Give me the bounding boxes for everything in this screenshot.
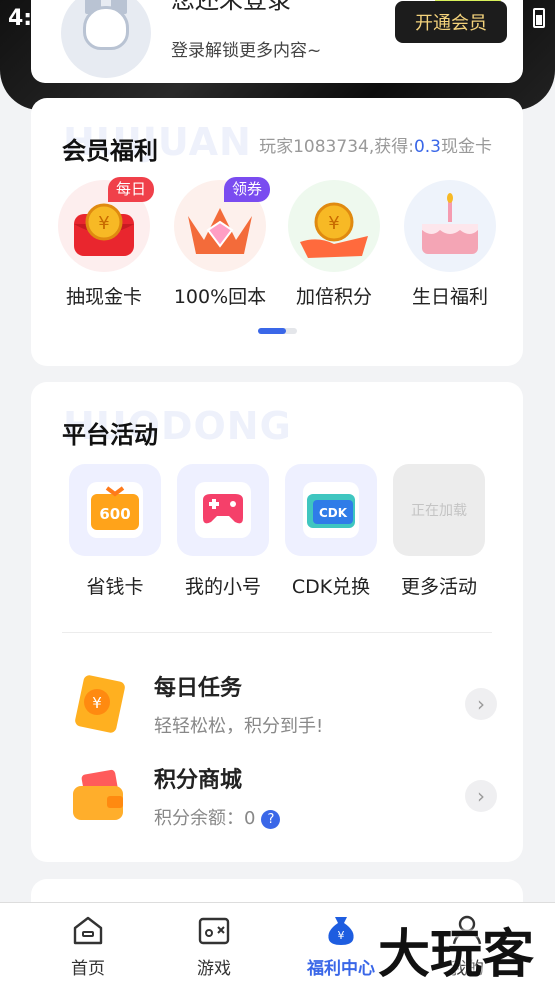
benefit-label: 抽现金卡 [65,286,142,308]
member-benefits-title: 会员福利 [62,137,158,165]
platform-activities-title: 平台活动 [62,421,158,449]
help-icon[interactable]: ? [261,810,281,829]
activity-label: 省钱卡 [86,576,144,598]
benefit-draw-cash-card[interactable]: ¥ 每日 抽现金卡 [49,177,159,309]
avatar-face-icon [83,6,129,50]
tab-home[interactable]: 首页 [33,903,143,985]
task-subtitle: 轻轻松松，积分到手! [154,716,324,737]
pager-active-dot [258,328,286,334]
red-envelope-coin-icon: ¥ 每日 [58,177,154,272]
carousel-pager [258,328,297,334]
points-mall-row[interactable]: 积分商城 积分余额：0? › [67,758,497,838]
task-title: 每日任务 [154,676,243,701]
cdk-card-text: CDK [319,506,348,520]
benefit-birthday[interactable]: 生日福利 [395,180,505,309]
member-reward-note: 玩家1083734,获得:0.3现金卡 [259,132,492,157]
coin-ticket-icon: ¥ [67,672,129,734]
open-vip-button[interactable]: 开通会员 [395,1,507,43]
benefit-full-refund[interactable]: 领券 100%回本 [165,177,275,309]
tab-games[interactable]: 游戏 [159,903,269,985]
loading-placeholder-text: 正在加载 [411,503,467,519]
daily-badge: 每日 [107,177,154,202]
member-note-prefix: 玩家1083734,获得: [259,137,414,157]
svg-text:¥: ¥ [338,929,345,942]
task-title: 积分商城 [154,768,243,793]
gamepad-icon [177,464,269,556]
points-balance: 积分余额：0 [154,808,256,829]
svg-text:¥: ¥ [98,213,109,234]
activity-more[interactable]: 正在加载 更多活动 [391,464,487,599]
chevron-right-icon[interactable]: › [465,780,497,812]
gift-card-icon: 600 [69,464,161,556]
activity-label: CDK兑换 [291,576,371,598]
game-icon [197,913,231,947]
tab-label: 游戏 [197,959,231,979]
coupon-badge: 领券 [223,177,270,202]
activity-cdk-redeem[interactable]: CDK CDK兑换 [283,464,379,599]
svg-text:¥: ¥ [92,694,102,712]
benefit-label: 加倍积分 [295,286,372,308]
cdk-card-icon: CDK [285,464,377,556]
svg-text:¥: ¥ [328,213,339,234]
activity-label: 我的小号 [184,576,261,598]
chevron-right-icon[interactable]: › [465,688,497,720]
member-note-suffix: 现金卡 [441,137,492,157]
login-title[interactable]: 您还未登录 [171,0,291,15]
benefit-double-points[interactable]: ¥ 加倍积分 [279,180,389,309]
avatar[interactable] [61,0,151,78]
money-bag-icon: ¥ [324,913,358,947]
login-card[interactable]: 您还未登录 登录解锁更多内容~ 开通会员 [31,0,523,83]
benefit-label: 100%回本 [173,286,267,308]
member-note-value: 0.3 [413,137,441,157]
login-subtitle: 登录解锁更多内容~ [171,41,322,61]
activity-savings-card[interactable]: 600 省钱卡 [67,464,163,599]
loading-placeholder-icon: 正在加载 [393,464,485,556]
task-subtitle: 积分余额：0? [154,804,281,830]
activity-my-sub-accounts[interactable]: 我的小号 [175,464,271,599]
battery-icon [533,8,545,28]
wallet-icon [67,764,129,826]
platform-activities-card: HUODONG 平台活动 600 省钱卡 我的小号 CDK CDK兑换 正在加载… [31,382,523,862]
daily-task-row[interactable]: ¥ 每日任务 轻轻松松，积分到手! › [67,666,497,746]
activity-label: 更多活动 [400,576,477,598]
gift-card-text: 600 [99,505,130,523]
benefit-label: 生日福利 [411,286,488,308]
home-icon [71,913,105,947]
brand-watermark: 大玩客 [378,925,535,985]
member-benefits-card: HUIJUAN 会员福利 玩家1083734,获得:0.3现金卡 ¥ 每日 抽现… [31,98,523,366]
hand-coin-icon: ¥ [288,180,380,272]
birthday-cake-icon [404,180,496,272]
tab-label: 首页 [71,959,105,979]
gem-crown-icon: 领券 [174,177,270,272]
section-divider [62,632,492,633]
